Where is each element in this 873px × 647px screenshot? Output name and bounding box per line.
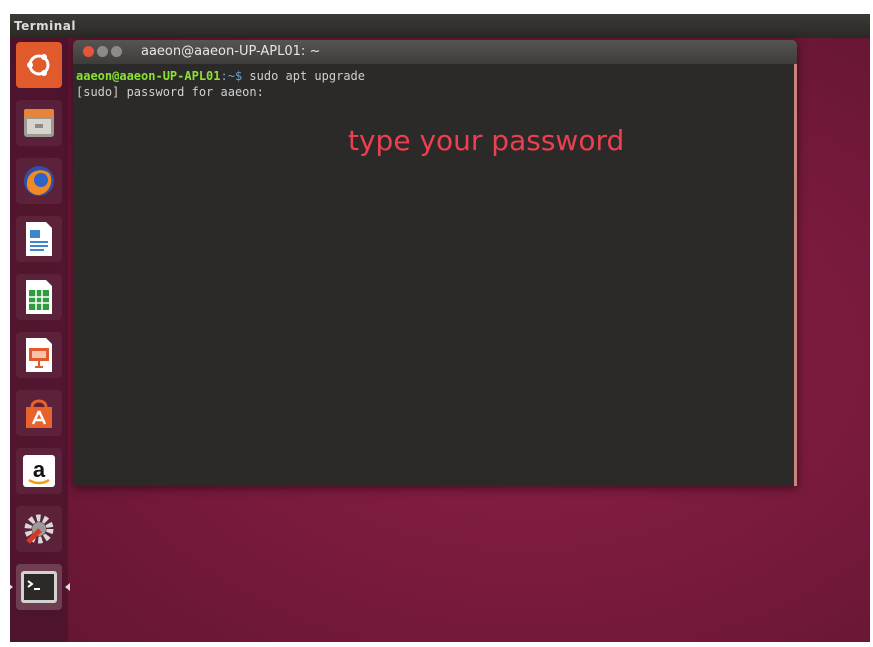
active-indicator-right [65,583,70,591]
terminal-titlebar[interactable]: aaeon@aaeon-UP-APL01: ~ [73,40,797,64]
svg-text:a: a [33,457,46,482]
close-window-icon[interactable] [83,46,94,57]
desktop: Terminal a aaeon@aaeon-UP-APL01: ~ aaeon… [10,14,870,642]
firefox-icon [24,166,54,196]
launcher: a [10,38,70,642]
writer-button[interactable] [16,216,62,262]
dash-home-button[interactable] [16,42,62,88]
prompt-path: :~$ [220,69,243,83]
annotation-label: type your password [348,124,625,157]
maximize-window-icon[interactable] [111,46,122,57]
terminal-launcher-button[interactable] [16,564,62,610]
impress-button[interactable] [16,332,62,378]
calc-button[interactable] [16,274,62,320]
software-center-button[interactable] [16,390,62,436]
system-settings-button[interactable] [16,506,62,552]
libreoffice-writer-icon [26,222,52,256]
prompt-user: aaeon@aaeon-UP-APL01 [76,69,221,83]
firefox-button[interactable] [16,158,62,204]
window-right-edge [794,64,797,486]
active-indicator-left [10,583,13,591]
command-text: sudo apt upgrade [242,69,366,83]
files-button[interactable] [16,100,62,146]
amazon-icon: a [23,455,55,487]
system-settings-icon [24,514,54,544]
minimize-window-icon[interactable] [97,46,108,57]
sudo-password-prompt: [sudo] password for aaeon: [76,85,264,99]
window-title: aaeon@aaeon-UP-APL01: ~ [141,44,321,59]
libreoffice-calc-icon [26,280,52,314]
files-icon [24,109,54,137]
terminal-icon [21,571,57,603]
active-app-name: Terminal [14,19,77,33]
libreoffice-impress-icon [26,338,52,372]
ubuntu-software-icon [26,399,52,428]
terminal-window[interactable]: aaeon@aaeon-UP-APL01: ~ aaeon@aaeon-UP-A… [73,40,797,486]
command-line: aaeon@aaeon-UP-APL01:~$ sudo apt upgrade [76,68,797,84]
amazon-button[interactable]: a [16,448,62,494]
ubuntu-logo-icon [27,54,50,76]
top-panel: Terminal [10,14,870,38]
